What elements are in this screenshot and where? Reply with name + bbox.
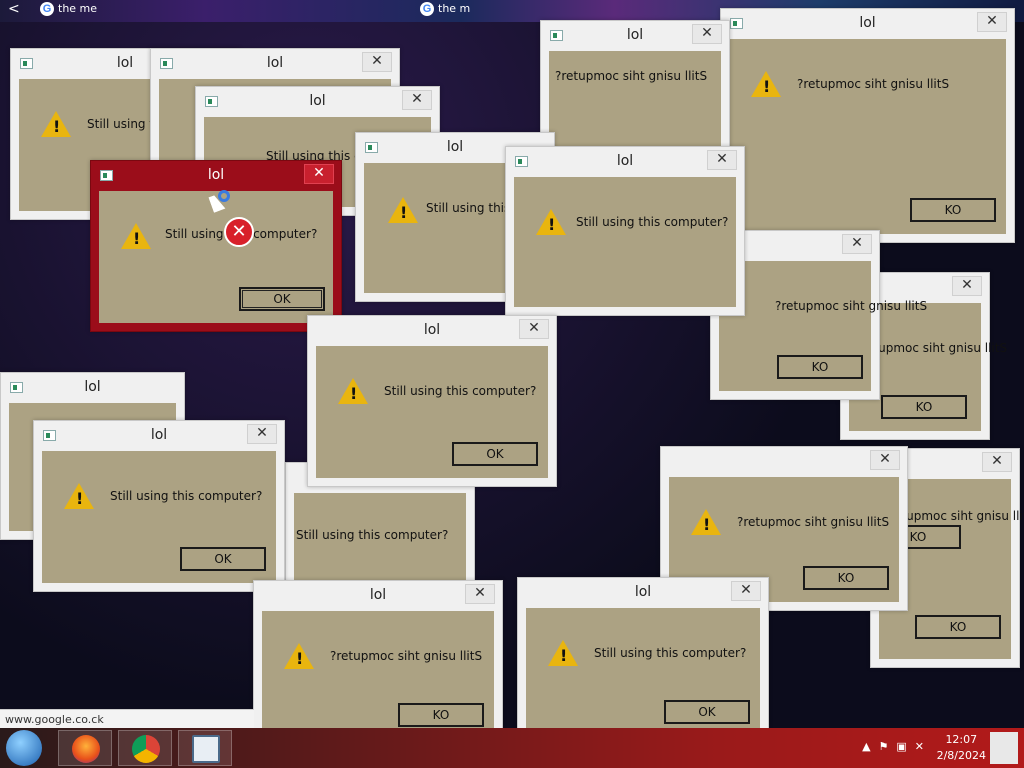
ok-button[interactable]: KO xyxy=(910,198,996,222)
ok-button[interactable]: OK xyxy=(664,700,750,724)
warning-icon xyxy=(691,509,721,535)
warning-icon xyxy=(121,223,151,249)
browser-tab[interactable]: Gthe m xyxy=(420,2,470,20)
error-icon: ✕ xyxy=(224,217,254,247)
dialog-message: Still using this computer? xyxy=(384,384,537,398)
dialog-window[interactable]: lol✕ Still using this computer?OK xyxy=(517,577,769,745)
warning-icon xyxy=(338,378,368,404)
dialog-title: lol xyxy=(84,379,101,395)
close-button[interactable]: ✕ xyxy=(707,150,737,170)
ok-button[interactable]: OK xyxy=(180,547,266,571)
dialog-message: ?retupmoc siht gnisu llitS xyxy=(797,77,950,91)
browser-status-url: www.google.co.ck xyxy=(0,709,254,728)
dialog-message: ?retupmoc siht gnisu llitS xyxy=(330,649,483,663)
dialog-message: Still using this computer? xyxy=(576,215,729,229)
dialog-message: Still using this computer? xyxy=(594,646,747,660)
close-button[interactable]: ✕ xyxy=(982,452,1012,472)
close-button[interactable]: ✕ xyxy=(465,584,495,604)
close-button[interactable]: ✕ xyxy=(731,581,761,601)
warning-icon xyxy=(284,643,314,669)
warning-icon xyxy=(548,640,578,666)
close-button[interactable]: ✕ xyxy=(304,164,334,184)
ok-button[interactable]: OK xyxy=(452,442,538,466)
dialog-window[interactable]: lol ✕ ?retupmoc siht gnisu llitS KO xyxy=(720,8,1015,243)
back-icon[interactable]: < xyxy=(8,1,20,19)
close-button[interactable]: ✕ xyxy=(977,12,1007,32)
google-icon: G xyxy=(40,2,54,16)
dialog-window[interactable]: lol✕ Still using this computer?OK xyxy=(307,315,557,487)
close-button[interactable]: ✕ xyxy=(692,24,722,44)
chrome-icon[interactable] xyxy=(118,730,172,766)
close-button[interactable]: ✕ xyxy=(247,424,277,444)
close-button[interactable]: ✕ xyxy=(362,52,392,72)
warning-icon xyxy=(64,483,94,509)
dialog-message: ?retupmoc siht gnisu llitS xyxy=(737,515,890,529)
ok-button[interactable]: KO xyxy=(398,703,484,727)
firefox-icon[interactable] xyxy=(58,730,112,766)
active-dialog-window[interactable]: lol✕ Still using this computer?OK xyxy=(90,160,342,332)
ok-button[interactable]: OK xyxy=(239,287,325,311)
ok-button[interactable]: KO xyxy=(881,395,967,419)
close-button[interactable]: ✕ xyxy=(519,319,549,339)
taskbar: ▲⚑▣✕ 12:07 2/8/2024 xyxy=(0,728,1024,768)
warning-icon xyxy=(536,209,566,235)
dialog-title: lol xyxy=(859,15,876,31)
google-icon: G xyxy=(420,2,434,16)
close-button[interactable]: ✕ xyxy=(402,90,432,110)
close-button[interactable]: ✕ xyxy=(870,450,900,470)
system-tray: ▲⚑▣✕ 12:07 2/8/2024 xyxy=(814,728,1024,768)
dialog-window[interactable]: lol✕ ?retupmoc siht gnisu llitSKO xyxy=(253,580,503,748)
ok-button[interactable]: KO xyxy=(777,355,863,379)
dialog-message: ?retupmoc siht gnisu llitS xyxy=(555,69,708,83)
dialog-message: ?retupmoc siht gnisu llitS xyxy=(775,299,928,313)
start-button[interactable] xyxy=(6,730,42,766)
dialog-window[interactable]: lol✕ Still using this computer?OK xyxy=(33,420,285,592)
show-desktop-button[interactable] xyxy=(990,732,1018,764)
close-button[interactable]: ✕ xyxy=(842,234,872,254)
close-button[interactable]: ✕ xyxy=(952,276,982,296)
dialog-window[interactable]: lol✕ Still using this computer? xyxy=(505,146,745,316)
app-icon[interactable] xyxy=(178,730,232,766)
warning-icon xyxy=(41,111,71,137)
warning-icon xyxy=(388,197,418,223)
ok-button[interactable]: KO xyxy=(915,615,1001,639)
tray-icons[interactable]: ▲⚑▣✕ xyxy=(862,740,932,753)
clock[interactable]: 12:07 2/8/2024 xyxy=(937,732,986,764)
ok-button[interactable]: KO xyxy=(803,566,889,590)
warning-icon xyxy=(751,71,781,97)
dialog-message: Still using this computer? xyxy=(110,489,263,503)
dialog-message: Still using this computer? xyxy=(296,528,449,542)
browser-tab[interactable]: Gthe me xyxy=(40,2,97,20)
